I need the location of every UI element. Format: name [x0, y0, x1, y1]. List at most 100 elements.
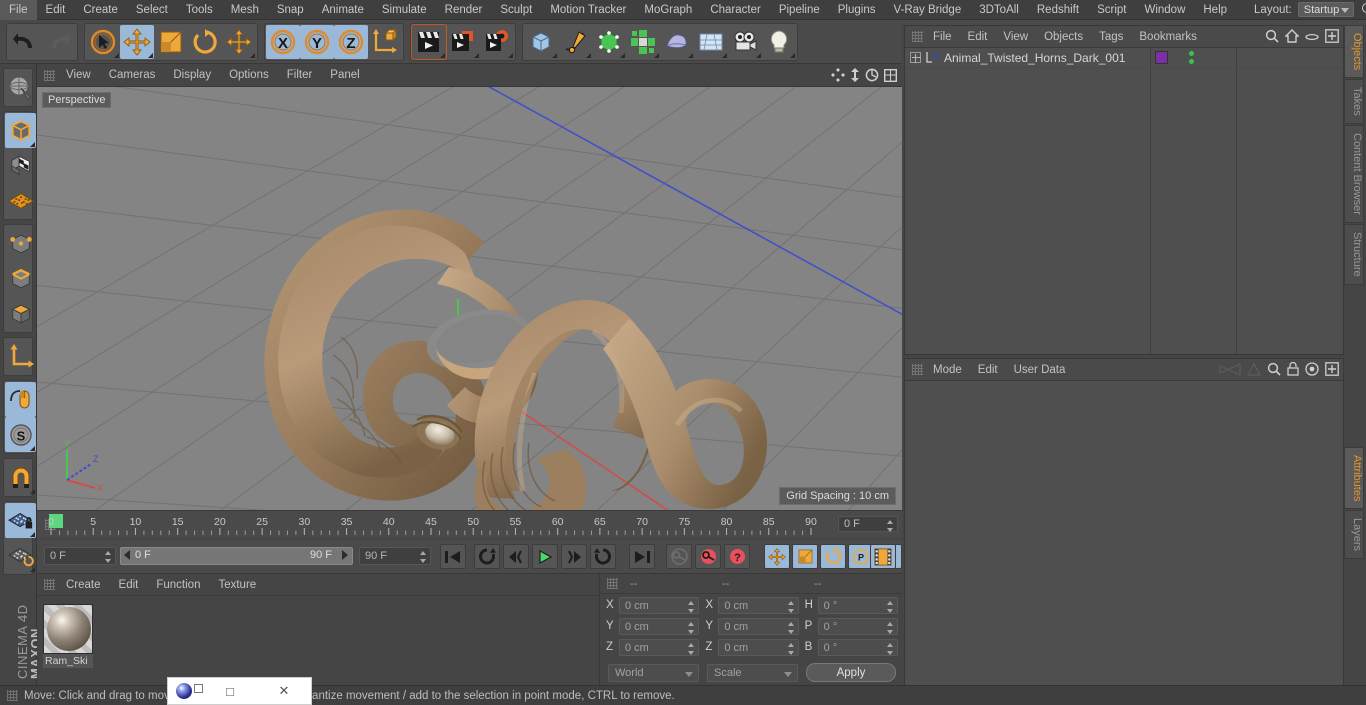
menu-item-options[interactable]: Options	[220, 64, 278, 87]
plus-box-icon[interactable]	[1325, 362, 1339, 379]
menu-item-mesh[interactable]: Mesh	[222, 0, 268, 20]
pan-icon[interactable]	[831, 68, 845, 85]
apply-button[interactable]: Apply	[806, 663, 896, 682]
menu-item-animate[interactable]: Animate	[313, 0, 373, 20]
menu-item-display[interactable]: Display	[164, 64, 220, 87]
green-dots-icon[interactable]	[1188, 51, 1195, 65]
panel-grip-icon[interactable]	[44, 579, 55, 590]
stepper-icon[interactable]	[887, 520, 894, 532]
menu-item-pipeline[interactable]: Pipeline	[770, 0, 829, 20]
stepper-icon[interactable]	[688, 600, 695, 613]
target-icon[interactable]	[1305, 362, 1319, 379]
world-object-axis-button[interactable]	[368, 25, 402, 59]
x-axis-lock-button[interactable]: X	[266, 24, 300, 59]
vtab-takes[interactable]: Takes	[1344, 79, 1364, 125]
menu-item-objects[interactable]: Objects	[1036, 26, 1091, 48]
rotation-p-input[interactable]: 0 °	[817, 617, 898, 635]
vtab-structure[interactable]: Structure	[1344, 223, 1364, 285]
keyframe-selection-button[interactable]: ?	[724, 544, 750, 569]
menu-item-simulate[interactable]: Simulate	[373, 0, 436, 20]
play-forward-button[interactable]	[532, 544, 558, 569]
record-active-objects-button[interactable]	[666, 544, 692, 569]
menu-item-cameras[interactable]: Cameras	[100, 64, 165, 87]
menu-item-render[interactable]: Render	[436, 0, 492, 20]
menu-item-edit[interactable]: Edit	[960, 26, 996, 48]
step-forward-button[interactable]	[561, 544, 587, 569]
menu-item-edit[interactable]: Edit	[37, 0, 75, 20]
menu-item-create[interactable]: Create	[57, 574, 110, 596]
maximize-window-button[interactable]: □	[203, 684, 257, 699]
menu-item-select[interactable]: Select	[127, 0, 177, 20]
add-camera-button[interactable]	[728, 25, 762, 59]
stepper-icon[interactable]	[886, 642, 894, 655]
stepper-icon[interactable]	[787, 621, 795, 634]
texture-mode-button[interactable]	[5, 148, 36, 183]
menu-item-filter[interactable]: Filter	[278, 64, 322, 87]
menu-item-create[interactable]: Create	[74, 0, 127, 20]
restore-window-icon[interactable]	[194, 684, 203, 693]
timeline-toggle-button[interactable]	[870, 544, 896, 569]
points-mode-button[interactable]	[5, 226, 36, 261]
menu-item-edit[interactable]: Edit	[970, 359, 1006, 381]
move-extra-button[interactable]	[222, 25, 256, 59]
menu-item-3dtoall[interactable]: 3DToAll	[970, 0, 1028, 20]
size-x-input[interactable]: 0 cm	[718, 596, 799, 614]
menu-item-plugins[interactable]: Plugins	[829, 0, 885, 20]
render-view-button[interactable]	[411, 23, 447, 60]
table-row[interactable]: 0 Animal_Twisted_Horns_Dark_001	[905, 48, 1343, 68]
menu-item-file[interactable]: File	[925, 26, 960, 48]
menu-item-view[interactable]: View	[995, 26, 1036, 48]
menu-item-bookmarks[interactable]: Bookmarks	[1131, 26, 1205, 48]
z-axis-lock-button[interactable]: Z	[334, 24, 368, 59]
position-key-button[interactable]	[764, 544, 790, 569]
search-icon[interactable]	[1360, 2, 1366, 18]
menu-item-mograph[interactable]: MoGraph	[635, 0, 701, 20]
menu-item-function[interactable]: Function	[147, 574, 209, 596]
range-right-arrow-icon[interactable]	[342, 550, 348, 560]
coordinate-system-select[interactable]: World	[608, 663, 699, 682]
panel-grip-icon[interactable]	[912, 31, 923, 42]
soft-selection-button[interactable]: S	[5, 417, 36, 452]
vtab-attributes[interactable]: Attributes	[1344, 446, 1364, 510]
stepper-icon[interactable]	[787, 600, 795, 613]
menu-item-sculpt[interactable]: Sculpt	[491, 0, 541, 20]
add-environment-button[interactable]	[694, 25, 728, 59]
make-editable-button[interactable]	[5, 70, 36, 105]
menu-item-script[interactable]: Script	[1088, 0, 1135, 20]
go-to-end-button[interactable]	[629, 544, 655, 569]
rotation-h-input[interactable]: 0 °	[817, 596, 898, 614]
position-z-input[interactable]: 0 cm	[619, 638, 700, 656]
position-x-input[interactable]: 0 cm	[619, 596, 700, 614]
timeline-frame-field[interactable]: 0 F	[838, 516, 898, 532]
timeline-ruler-bar[interactable]: 0 5 10 15 20 25 30 35 40 45 50 55 60 65 70 75 80 85 90 0 F	[37, 510, 902, 538]
stepper-icon[interactable]	[420, 551, 427, 563]
object-axis-mode-button[interactable]	[5, 339, 36, 374]
current-frame-input[interactable]: 0 F	[44, 547, 116, 565]
nav-back-icon[interactable]	[1219, 362, 1241, 379]
rotation-key-button[interactable]	[820, 544, 846, 569]
home-icon[interactable]	[1284, 29, 1300, 46]
coordinate-mode-select[interactable]: Scale	[707, 663, 798, 682]
objects-tree[interactable]: 0 Animal_Twisted_Horns_Dark_001	[905, 48, 1343, 354]
search-icon[interactable]	[1267, 362, 1281, 379]
menu-item-texture[interactable]: Texture	[209, 574, 265, 596]
material-item[interactable]: Ram_Ski	[43, 604, 95, 668]
menu-item-panel[interactable]: Panel	[321, 64, 368, 87]
vtab-content-browser[interactable]: Content Browser	[1344, 125, 1364, 223]
nav-up-icon[interactable]	[1246, 362, 1262, 379]
menu-item-v-ray-bridge[interactable]: V-Ray Bridge	[884, 0, 970, 20]
step-back-button[interactable]	[503, 544, 529, 569]
panel-grip-icon[interactable]	[7, 690, 18, 701]
menu-item-help[interactable]: Help	[1194, 0, 1236, 20]
menu-item-window[interactable]: Window	[1135, 0, 1194, 20]
material-preview[interactable]	[43, 604, 93, 654]
live-selection-button[interactable]	[86, 25, 120, 59]
lock-workplane-button[interactable]	[5, 503, 36, 538]
expand-toggle-icon[interactable]	[910, 52, 921, 63]
panel-grip-icon[interactable]	[607, 578, 618, 589]
attributes-content[interactable]	[905, 381, 1343, 702]
rotate-view-icon[interactable]	[865, 68, 879, 85]
ellipse-icon[interactable]	[1305, 31, 1319, 45]
plus-box-icon[interactable]	[1325, 29, 1339, 46]
stepper-icon[interactable]	[105, 551, 112, 563]
